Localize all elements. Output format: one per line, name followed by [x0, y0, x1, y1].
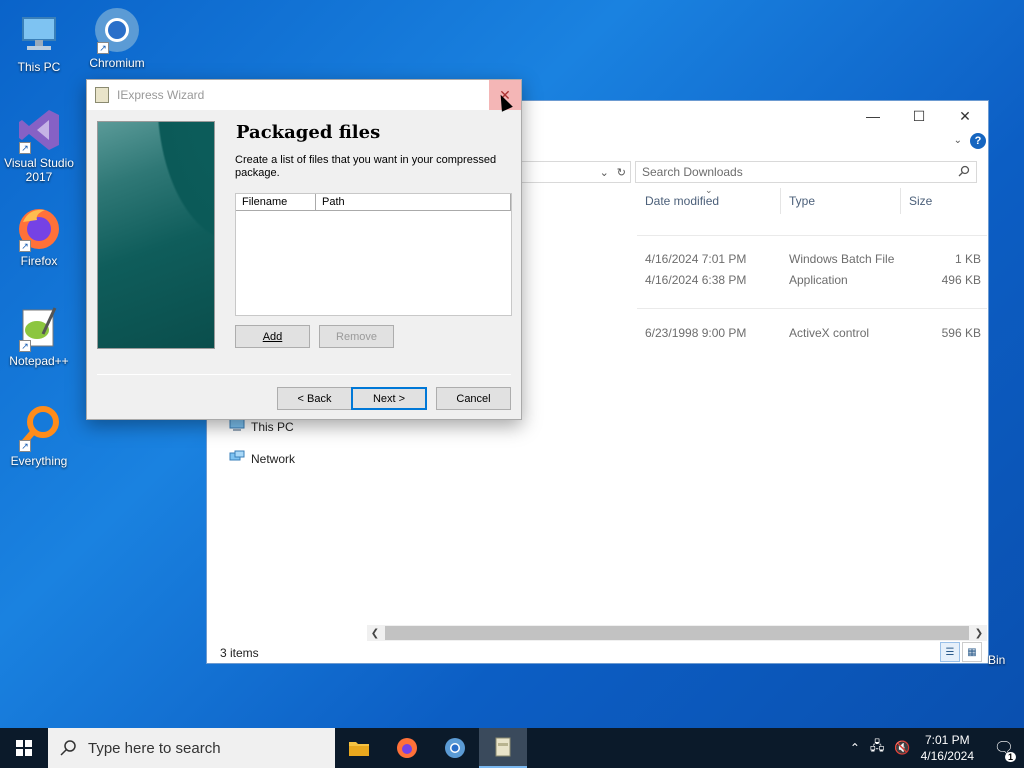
- remove-button[interactable]: Remove: [319, 325, 394, 348]
- shortcut-arrow-icon: ↗: [97, 42, 109, 54]
- network-status-icon[interactable]: 🖧: [870, 737, 885, 759]
- chevron-up-icon[interactable]: ⌃: [850, 741, 860, 755]
- everything-icon: ↗: [15, 404, 63, 452]
- table-row[interactable]: 4/16/2024 7:01 PM Windows Batch File 1 K…: [637, 252, 981, 266]
- computer-icon: [15, 10, 63, 58]
- column-size[interactable]: Size: [901, 188, 981, 214]
- folder-icon: [349, 742, 369, 756]
- table-row[interactable]: 6/23/1998 9:00 PM ActiveX control 596 KB: [637, 326, 981, 340]
- firefox-icon: [397, 738, 417, 758]
- shortcut-arrow-icon: ↗: [19, 142, 31, 154]
- next-button[interactable]: Next >: [351, 387, 427, 410]
- nav-item-this-pc[interactable]: This PC: [229, 418, 294, 435]
- list-header: Filename Path: [236, 194, 511, 211]
- clock-date: 4/16/2024: [920, 749, 974, 763]
- back-button[interactable]: < Back: [277, 387, 352, 410]
- scroll-right-icon[interactable]: ❯: [971, 628, 987, 639]
- group-divider: [637, 235, 987, 236]
- volume-muted-icon[interactable]: 🔇: [894, 740, 910, 756]
- help-button[interactable]: ?: [970, 133, 986, 149]
- visual-studio-icon: ↗: [15, 106, 63, 154]
- column-filename[interactable]: Filename: [236, 194, 316, 210]
- expand-ribbon-chevron-icon[interactable]: ⌄: [954, 135, 962, 146]
- notification-count: 1: [1004, 752, 1016, 762]
- shortcut-arrow-icon: ↗: [19, 440, 31, 452]
- chromium-icon: ↗: [93, 6, 141, 54]
- dialog-title: IExpress Wizard: [117, 88, 205, 102]
- taskbar-clock[interactable]: 7:01 PM 4/16/2024: [921, 732, 974, 764]
- desktop-icon-firefox[interactable]: ↗ Firefox: [4, 204, 74, 268]
- dialog-divider: [97, 374, 511, 375]
- taskbar-file-explorer[interactable]: [335, 728, 383, 768]
- search-icon: [958, 165, 970, 180]
- wizard-side-banner: [97, 121, 215, 349]
- desktop-icon-label: This PC: [17, 60, 61, 74]
- address-bar[interactable]: ⌄ ↻: [517, 161, 631, 183]
- shortcut-arrow-icon: ↗: [19, 240, 31, 252]
- horizontal-scrollbar[interactable]: ❮ ❯: [367, 625, 987, 641]
- desktop-icon-label: Firefox: [20, 254, 58, 268]
- table-row[interactable]: 4/16/2024 6:38 PM Application 496 KB: [637, 273, 981, 287]
- system-tray: ⌃ 🖧 🔇 7:01 PM 4/16/2024 🗨 1: [850, 728, 1024, 768]
- add-button[interactable]: Add: [235, 325, 310, 348]
- chromium-icon: [445, 738, 465, 758]
- nav-item-network[interactable]: Network: [229, 450, 295, 467]
- column-header: Date modified Type Size: [637, 185, 981, 217]
- scroll-left-icon[interactable]: ❮: [367, 628, 383, 639]
- taskbar-iexpress[interactable]: [479, 728, 527, 768]
- window-controls: — ☐ ✕: [850, 101, 988, 131]
- taskbar-search-placeholder: Type here to search: [88, 739, 221, 757]
- search-input-placeholder: Search Downloads: [642, 165, 743, 179]
- search-icon: [60, 740, 76, 756]
- taskbar-chromium[interactable]: [431, 728, 479, 768]
- desktop-icon-label: Everything: [10, 454, 68, 468]
- close-button[interactable]: ✕: [942, 101, 988, 131]
- cancel-button[interactable]: Cancel: [436, 387, 511, 410]
- view-toggle: ☰ ▦: [940, 642, 982, 662]
- maximize-button[interactable]: ☐: [896, 101, 942, 131]
- desktop-icon-recycle-bin[interactable]: Bin: [988, 653, 1005, 667]
- large-icons-view-icon[interactable]: ▦: [962, 642, 982, 662]
- sort-chevron-icon: ⌄: [705, 185, 713, 195]
- desktop-icon-label: Chromium: [89, 56, 145, 70]
- taskbar: Type here to search ⌃ 🖧 🔇 7:01 PM 4/16/2…: [0, 728, 1024, 768]
- desktop-icon-label: Visual Studio 2017: [4, 156, 74, 184]
- chevron-down-icon[interactable]: ⌄: [596, 166, 613, 179]
- page-title: Packaged files: [236, 122, 381, 143]
- firefox-icon: ↗: [15, 204, 63, 252]
- desktop-icon-chromium[interactable]: ↗ Chromium: [82, 6, 152, 70]
- network-icon: [229, 450, 245, 467]
- taskbar-search-input[interactable]: Type here to search: [48, 728, 335, 768]
- clock-time: 7:01 PM: [924, 733, 970, 747]
- scrollbar-thumb[interactable]: [385, 626, 969, 640]
- desktop-icon-this-pc[interactable]: This PC: [4, 10, 74, 74]
- iexpress-app-icon: [495, 737, 511, 757]
- desktop-icon-notepadpp[interactable]: ↗ Notepad++: [4, 304, 74, 368]
- column-type[interactable]: Type: [781, 188, 901, 214]
- windows-logo-icon: [16, 740, 32, 756]
- dialog-title-bar[interactable]: IExpress Wizard: [87, 80, 521, 110]
- desktop-icon-label: Notepad++: [9, 354, 69, 368]
- status-item-count: 3 items: [220, 646, 259, 660]
- desktop-icon-everything[interactable]: ↗ Everything: [4, 404, 74, 468]
- group-divider: [637, 308, 987, 309]
- start-button[interactable]: [0, 728, 48, 768]
- taskbar-firefox[interactable]: [383, 728, 431, 768]
- shortcut-arrow-icon: ↗: [19, 340, 31, 352]
- minimize-button[interactable]: —: [850, 101, 896, 131]
- iexpress-app-icon: [95, 87, 109, 103]
- notepadpp-icon: ↗: [15, 304, 63, 352]
- notifications-button[interactable]: 🗨 1: [992, 738, 1016, 762]
- desktop-icon-visual-studio[interactable]: ↗ Visual Studio 2017: [4, 106, 74, 184]
- column-path[interactable]: Path: [316, 194, 511, 210]
- iexpress-wizard-dialog[interactable]: IExpress Wizard ✕ Packaged files Create …: [86, 79, 522, 420]
- page-description: Create a list of files that you want in …: [235, 154, 497, 179]
- packaged-files-list[interactable]: Filename Path: [235, 193, 512, 316]
- refresh-icon[interactable]: ↻: [613, 166, 630, 179]
- details-view-icon[interactable]: ☰: [940, 642, 960, 662]
- computer-icon: [229, 418, 245, 435]
- search-input[interactable]: Search Downloads: [635, 161, 977, 183]
